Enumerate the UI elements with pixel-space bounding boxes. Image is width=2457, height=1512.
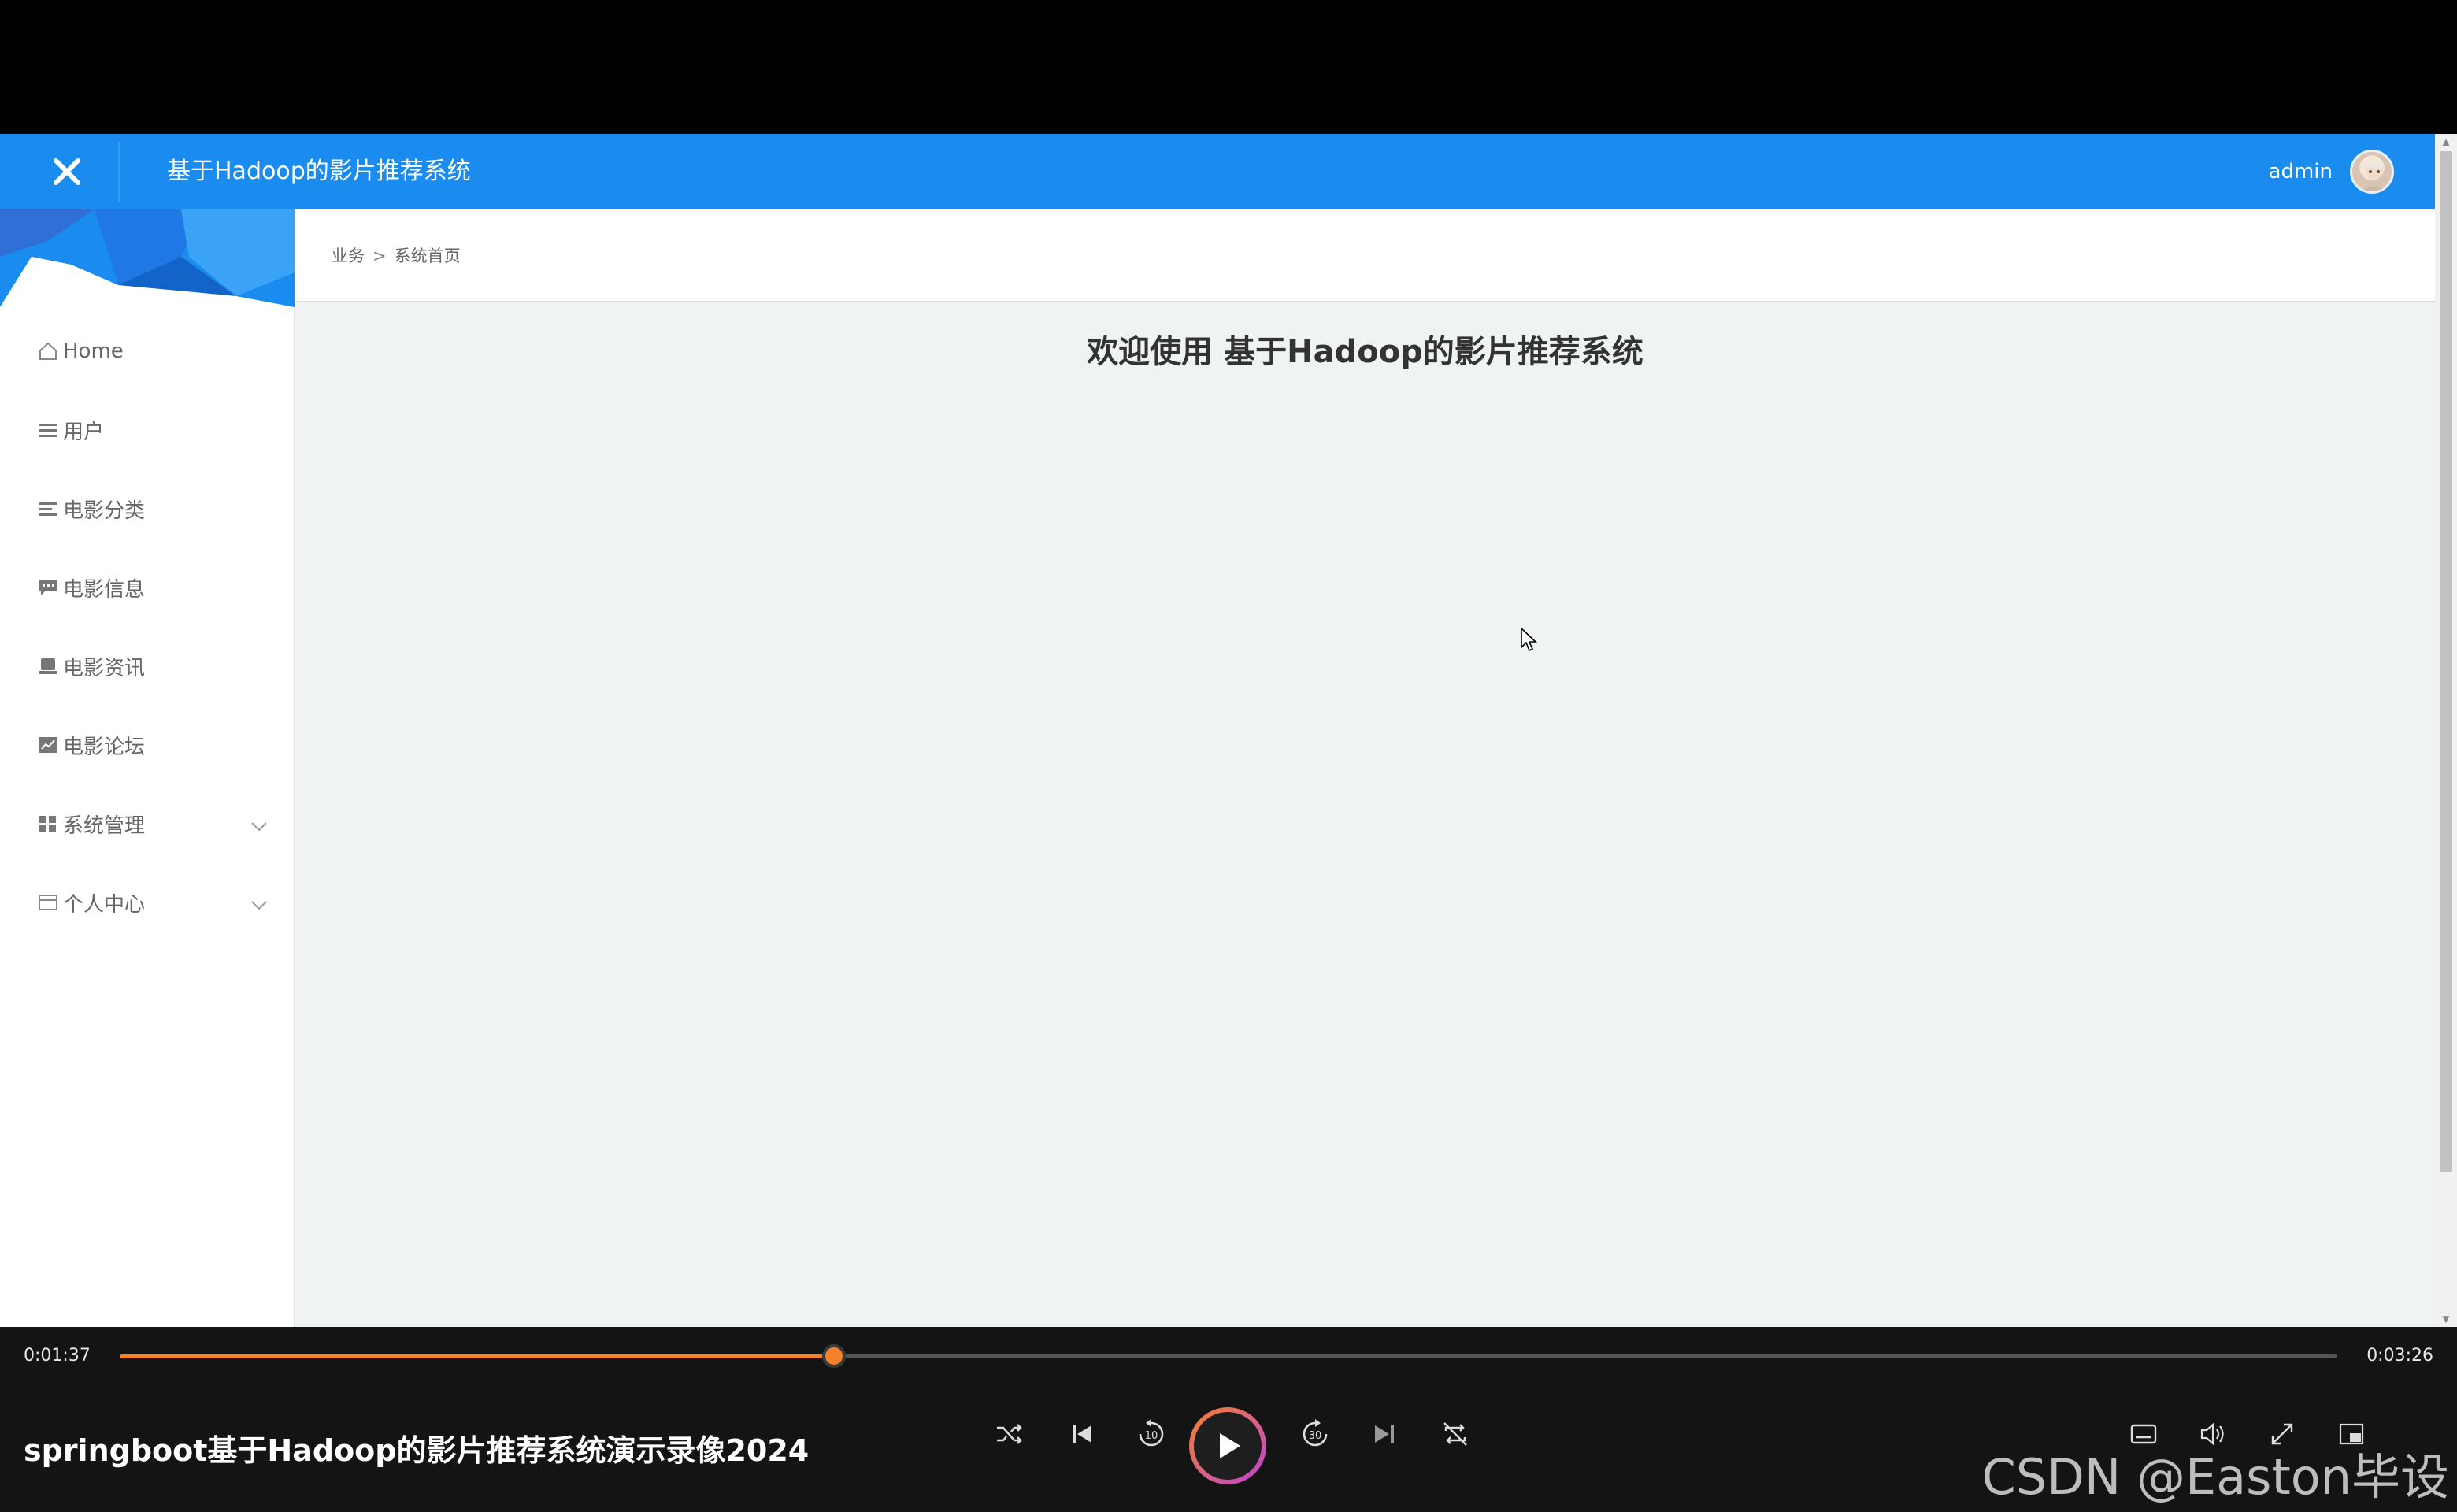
forward-30-icon[interactable]: 30	[1292, 1410, 1339, 1458]
sidebar-item-users[interactable]: 用户	[0, 391, 295, 469]
card-icon	[36, 891, 60, 914]
sidebar-banner-graphic	[0, 209, 295, 307]
home-icon	[36, 339, 60, 363]
scrollbar-thumb[interactable]	[2440, 151, 2452, 1172]
play-button[interactable]	[1189, 1407, 1266, 1484]
mouse-cursor-icon	[1520, 627, 1538, 657]
sidebar-item-label: 电影资讯	[63, 656, 146, 680]
breadcrumb-parent[interactable]: 业务	[332, 246, 365, 265]
sidebar-item-system-management[interactable]: 系统管理	[0, 784, 295, 863]
sidebar-item-personal-center[interactable]: 个人中心	[0, 863, 295, 942]
seek-bar[interactable]	[120, 1344, 2337, 1368]
sidebar-item-movie-news[interactable]: 电影资讯	[0, 627, 295, 706]
sidebar-item-label: 系统管理	[63, 813, 146, 838]
sidebar-item-label: 电影分类	[63, 498, 146, 523]
welcome-heading: 欢迎使用 基于Hadoop的影片推荐系统	[1087, 334, 1644, 370]
sidebar-item-label: 用户	[63, 420, 105, 444]
breadcrumb-current: 系统首页	[394, 246, 461, 265]
breadcrumb-bar: 业务 > 系统首页	[295, 209, 2435, 302]
list-icon	[36, 497, 60, 521]
repeat-off-icon[interactable]	[1432, 1410, 1479, 1458]
breadcrumb-separator: >	[372, 246, 387, 265]
sidebar-item-home[interactable]: Home	[0, 312, 295, 391]
admin-username[interactable]: admin	[2269, 134, 2333, 209]
sidebar-item-label: 电影信息	[63, 577, 146, 602]
current-time: 0:01:37	[24, 1346, 91, 1366]
sidebar-item-movie-info[interactable]: 电影信息	[0, 548, 295, 627]
shuffle-icon[interactable]	[986, 1410, 1033, 1458]
navbar-divider	[118, 142, 120, 202]
top-navbar: 基于Hadoop的影片推荐系统 admin	[0, 134, 2435, 209]
list-icon	[36, 418, 60, 442]
svg-text:30: 30	[1309, 1430, 1322, 1442]
sidebar-menu: Home 用户 电影分类 电影信息 电影资讯 电影论坛 系统管理 个人中心	[0, 312, 295, 942]
app-window: 基于Hadoop的影片推荐系统 admin Home 用户 电影分类 电影信息 …	[0, 134, 2457, 1327]
chevron-down-icon	[250, 893, 268, 917]
play-icon	[1194, 1412, 1262, 1480]
comment-icon	[36, 576, 60, 599]
chevron-down-icon	[250, 814, 268, 838]
main-content: 业务 > 系统首页 欢迎使用 基于Hadoop的影片推荐系统	[295, 209, 2435, 1327]
rewind-10-icon[interactable]: 10	[1128, 1410, 1175, 1458]
tablet-icon	[36, 654, 60, 678]
sidebar-item-label: Home	[63, 339, 124, 363]
close-icon[interactable]	[16, 134, 118, 209]
seek-bar-knob[interactable]	[821, 1344, 846, 1368]
scroll-down-icon[interactable]: ▼	[2440, 1313, 2452, 1325]
seek-bar-progress	[120, 1354, 834, 1358]
video-letterbox-top	[0, 0, 2457, 134]
sidebar-item-label: 电影论坛	[63, 735, 146, 759]
sidebar-item-movie-category[interactable]: 电影分类	[0, 469, 295, 548]
scroll-up-icon[interactable]: ▲	[2440, 135, 2452, 148]
sidebar: Home 用户 电影分类 电影信息 电影资讯 电影论坛 系统管理 个人中心	[0, 209, 295, 1327]
sidebar-item-movie-forum[interactable]: 电影论坛	[0, 706, 295, 784]
total-time: 0:03:26	[2366, 1346, 2433, 1366]
video-title: springboot基于Hadoop的影片推荐系统演示录像2024	[24, 1433, 810, 1468]
video-player-controls: 0:01:37 0:03:26 springboot基于Hadoop的影片推荐系…	[0, 1327, 2457, 1512]
next-track-icon[interactable]	[1361, 1410, 1408, 1458]
chart-icon	[36, 733, 60, 757]
svg-text:10: 10	[1145, 1430, 1158, 1442]
page-scrollbar[interactable]: ▲ ▼	[2435, 134, 2457, 1327]
watermark: CSDN @Easton毕设	[1981, 1448, 2449, 1506]
sidebar-item-label: 个人中心	[63, 892, 146, 917]
previous-track-icon[interactable]	[1058, 1410, 1106, 1458]
avatar[interactable]	[2350, 150, 2394, 194]
grid-icon	[36, 812, 60, 836]
app-title: 基于Hadoop的影片推荐系统	[167, 158, 471, 185]
breadcrumb: 业务 > 系统首页	[332, 209, 461, 302]
